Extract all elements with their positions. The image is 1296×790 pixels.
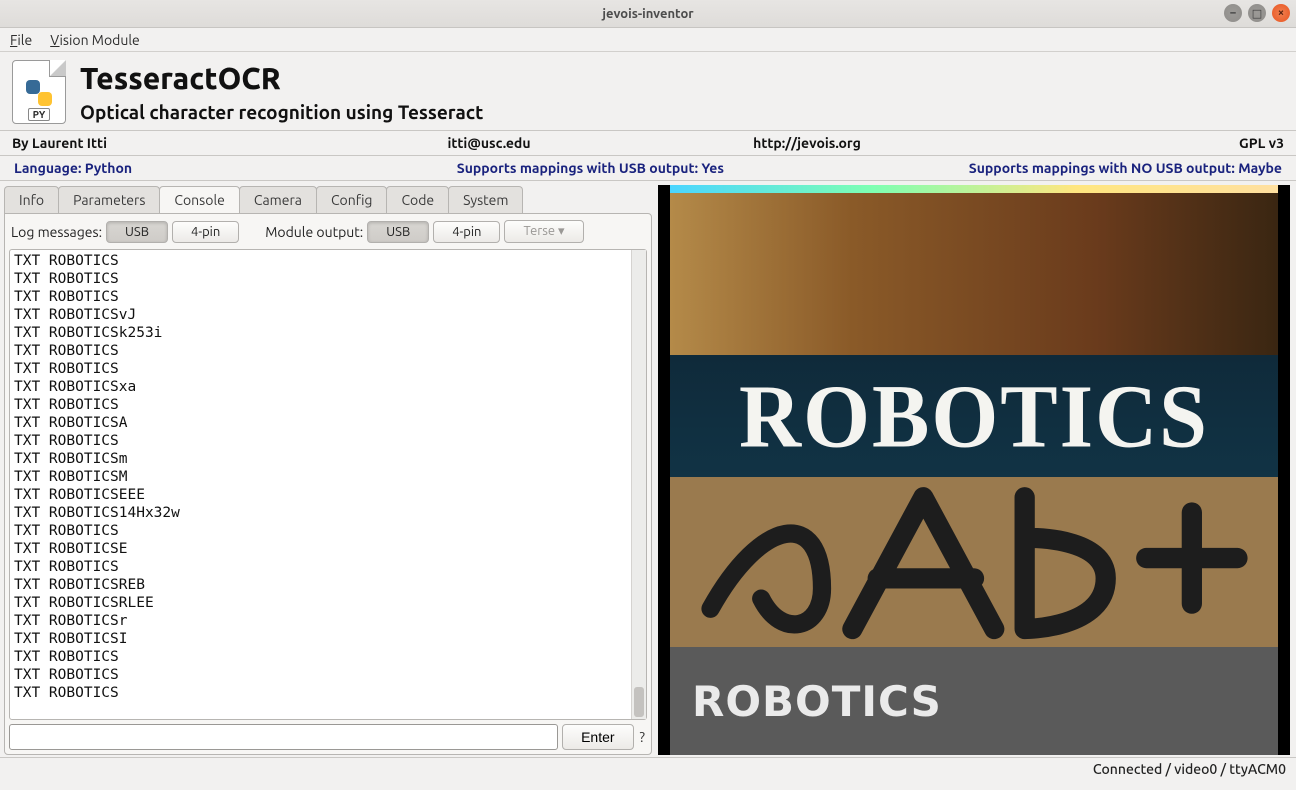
camera-scene-text: ROBOTICS [739, 364, 1209, 469]
module-language: Language: Python [14, 160, 302, 176]
tab-parameters[interactable]: Parameters [58, 186, 160, 213]
module-usb-toggle[interactable]: USB [367, 221, 429, 243]
module-author: By Laurent Itti [12, 135, 330, 151]
module-4pin-toggle[interactable]: 4-pin [433, 221, 500, 243]
module-url: http://jevois.org [648, 135, 966, 151]
menu-bar: File Vision Module [0, 28, 1296, 52]
log-4pin-toggle[interactable]: 4-pin [172, 221, 239, 243]
camera-scene-top [670, 185, 1278, 355]
console-enter-button[interactable]: Enter [562, 724, 633, 750]
window-title: jevois-inventor [0, 7, 1296, 21]
camera-scene-lower [670, 477, 1278, 647]
module-title: TesseractOCR [80, 61, 483, 95]
python-logo-icon [26, 80, 52, 106]
tab-console[interactable]: Console [159, 186, 239, 213]
module-meta-row: By Laurent Itti itti@usc.edu http://jevo… [0, 130, 1296, 155]
tab-code[interactable]: Code [386, 186, 449, 213]
window-minimize-button[interactable]: – [1224, 4, 1242, 22]
module-subtitle: Optical character recognition using Tess… [80, 101, 483, 123]
console-panel: Log messages: USB 4-pin Module output: U… [4, 213, 652, 755]
console-help-button[interactable]: ? [638, 729, 647, 745]
camera-view: ROBOTICS ROBOTICS [670, 185, 1278, 755]
window-titlebar: jevois-inventor – □ × [0, 0, 1296, 28]
camera-scene-banner: ROBOTICS [670, 355, 1278, 477]
module-email: itti@usc.edu [330, 135, 648, 151]
console-command-input[interactable] [9, 724, 558, 750]
console-log[interactable]: TXT ROBOTICS TXT ROBOTICS TXT ROBOTICS T… [10, 250, 631, 719]
console-scrollbar[interactable] [631, 250, 646, 719]
window-close-button[interactable]: × [1272, 4, 1290, 22]
camera-view-container: ROBOTICS ROBOTICS [658, 185, 1290, 755]
module-license: GPL v3 [966, 135, 1284, 151]
module-no-usb-output: Supports mappings with NO USB output: Ma… [879, 160, 1282, 176]
camera-caption-bar: ROBOTICS [670, 647, 1278, 755]
menu-vision-module[interactable]: Vision Module [50, 32, 140, 48]
module-usb-output: Supports mappings with USB output: Yes [302, 160, 878, 176]
window-maximize-button[interactable]: □ [1248, 4, 1266, 22]
camera-caption-text: ROBOTICS [692, 677, 942, 726]
python-file-icon: PY [12, 60, 66, 124]
tab-info[interactable]: Info [4, 186, 59, 213]
module-header: PY TesseractOCR Optical character recogn… [0, 52, 1296, 130]
terse-dropdown[interactable]: Terse ▾ [504, 220, 583, 243]
module-output-label: Module output: [265, 224, 363, 240]
handwriting-scrawl [670, 477, 1278, 647]
tab-system[interactable]: System [448, 186, 523, 213]
tab-config[interactable]: Config [316, 186, 388, 213]
status-text: Connected / video0 / ttyACM0 [1093, 761, 1286, 777]
tab-bar: InfoParametersConsoleCameraConfigCodeSys… [4, 185, 652, 213]
py-label: PY [28, 108, 51, 121]
menu-file[interactable]: File [10, 32, 32, 48]
module-supports-row: Language: Python Supports mappings with … [0, 155, 1296, 181]
log-usb-toggle[interactable]: USB [106, 221, 168, 243]
status-bar: Connected / video0 / ttyACM0 [0, 757, 1296, 779]
log-messages-label: Log messages: [11, 224, 102, 240]
tab-camera[interactable]: Camera [239, 186, 317, 213]
